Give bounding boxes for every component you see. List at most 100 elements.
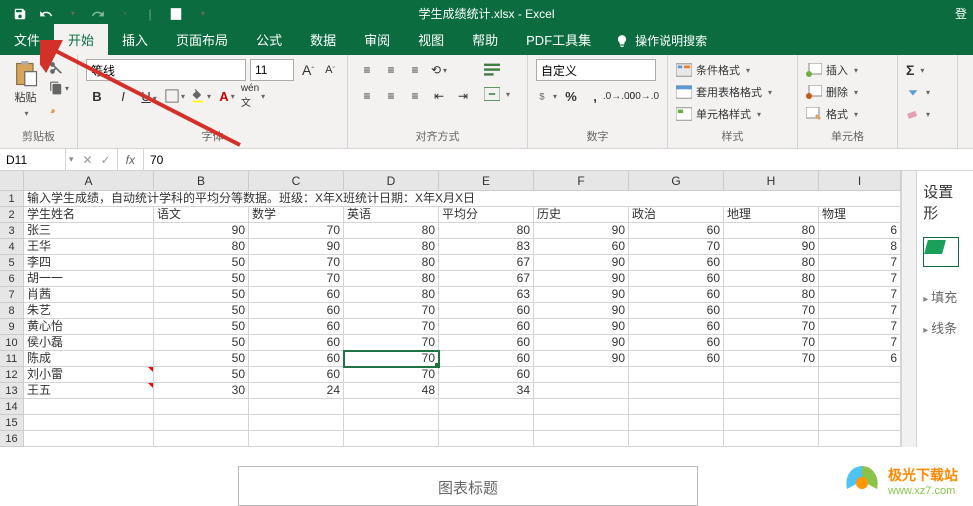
autosum-button[interactable]: Σ — [906, 59, 949, 81]
row-header[interactable]: 2 — [0, 207, 24, 223]
row-header[interactable]: 3 — [0, 223, 24, 239]
cells-area[interactable]: 输入学生成绩，自动统计学科的平均分等数据。班级：X年X班统计日期：X年X月X日学… — [24, 191, 901, 447]
name-cell[interactable]: 刘小雷 — [24, 367, 154, 383]
tab-view[interactable]: 视图 — [404, 24, 458, 55]
empty-cell[interactable] — [154, 431, 249, 447]
row-header[interactable]: 1 — [0, 191, 24, 207]
data-cell[interactable]: 50 — [154, 287, 249, 303]
data-cell[interactable]: 60 — [629, 303, 724, 319]
header-cell[interactable]: 物理 — [819, 207, 901, 223]
empty-cell[interactable] — [439, 399, 534, 415]
data-cell[interactable]: 80 — [724, 287, 819, 303]
format-cells-button[interactable]: 格式 — [806, 103, 889, 125]
data-cell[interactable]: 50 — [154, 255, 249, 271]
data-cell[interactable]: 50 — [154, 303, 249, 319]
empty-cell[interactable] — [819, 399, 901, 415]
insert-cells-button[interactable]: 插入 — [806, 59, 889, 81]
redo-icon[interactable] — [86, 3, 110, 25]
data-cell[interactable]: 60 — [439, 351, 534, 367]
data-cell[interactable]: 7 — [819, 319, 901, 335]
data-cell[interactable]: 80 — [439, 223, 534, 239]
empty-cell[interactable] — [154, 415, 249, 431]
empty-cell[interactable] — [439, 431, 534, 447]
tab-formulas[interactable]: 公式 — [242, 24, 296, 55]
grow-font-button[interactable]: Aˆ — [298, 60, 318, 80]
data-cell[interactable]: 60 — [439, 367, 534, 383]
header-cell[interactable]: 语文 — [154, 207, 249, 223]
data-cell[interactable]: 60 — [249, 303, 344, 319]
header-cell[interactable]: 政治 — [629, 207, 724, 223]
empty-cell[interactable] — [24, 415, 154, 431]
tab-file[interactable]: 文件 — [0, 24, 54, 55]
column-header[interactable]: G — [629, 171, 724, 191]
namebox-dropdown-icon[interactable]: ▾ — [66, 154, 77, 165]
data-cell[interactable]: 90 — [534, 303, 629, 319]
data-cell[interactable]: 24 — [249, 383, 344, 399]
chart-object[interactable]: 图表标题 — [238, 466, 698, 506]
empty-cell[interactable] — [534, 431, 629, 447]
save-icon[interactable] — [8, 3, 32, 25]
row-header[interactable]: 12 — [0, 367, 24, 383]
tell-me-search[interactable]: 操作说明搜索 — [605, 26, 717, 55]
row-header[interactable]: 5 — [0, 255, 24, 271]
header-cell[interactable]: 平均分 — [439, 207, 534, 223]
data-cell[interactable] — [629, 367, 724, 383]
data-cell[interactable]: 90 — [534, 223, 629, 239]
data-cell[interactable]: 80 — [344, 239, 439, 255]
align-middle-button[interactable]: ≡ — [380, 59, 402, 81]
row-header[interactable]: 8 — [0, 303, 24, 319]
column-header[interactable]: H — [724, 171, 819, 191]
number-format-select[interactable] — [536, 59, 656, 81]
data-cell[interactable]: 60 — [249, 335, 344, 351]
data-cell[interactable]: 70 — [344, 335, 439, 351]
paste-button[interactable]: 粘贴 — [8, 59, 43, 119]
phonetic-button[interactable]: wén文 — [242, 85, 264, 107]
row-header[interactable]: 13 — [0, 383, 24, 399]
row-header[interactable]: 16 — [0, 431, 24, 447]
empty-cell[interactable] — [439, 415, 534, 431]
data-cell[interactable]: 60 — [249, 367, 344, 383]
align-center-button[interactable]: ≡ — [380, 85, 402, 107]
data-cell[interactable]: 6 — [819, 351, 901, 367]
align-left-button[interactable]: ≡ — [356, 85, 378, 107]
fill-color-button[interactable] — [190, 85, 212, 107]
data-cell[interactable]: 70 — [344, 367, 439, 383]
empty-cell[interactable] — [819, 415, 901, 431]
data-cell[interactable]: 60 — [534, 239, 629, 255]
font-name-select[interactable] — [86, 59, 246, 81]
data-cell[interactable]: 80 — [154, 239, 249, 255]
data-cell[interactable]: 60 — [439, 335, 534, 351]
data-cell[interactable]: 67 — [439, 271, 534, 287]
decrease-decimal-button[interactable]: .00→.0 — [632, 85, 654, 107]
data-cell[interactable]: 90 — [534, 287, 629, 303]
column-header[interactable]: I — [819, 171, 901, 191]
data-cell[interactable]: 90 — [249, 239, 344, 255]
header-cell[interactable]: 数学 — [249, 207, 344, 223]
fill-button[interactable] — [906, 81, 949, 103]
data-cell[interactable] — [724, 367, 819, 383]
data-cell[interactable]: 50 — [154, 319, 249, 335]
data-cell[interactable]: 6 — [819, 223, 901, 239]
data-cell[interactable]: 80 — [724, 223, 819, 239]
data-cell[interactable]: 90 — [154, 223, 249, 239]
data-cell[interactable]: 50 — [154, 271, 249, 287]
fx-button[interactable]: fx — [118, 149, 144, 170]
name-cell[interactable]: 张三 — [24, 223, 154, 239]
data-cell[interactable]: 7 — [819, 287, 901, 303]
indent-increase-button[interactable]: ⇥ — [452, 85, 474, 107]
align-bottom-button[interactable]: ≡ — [404, 59, 426, 81]
data-cell[interactable]: 70 — [724, 351, 819, 367]
column-header[interactable]: B — [154, 171, 249, 191]
data-cell[interactable]: 80 — [344, 255, 439, 271]
empty-cell[interactable] — [534, 415, 629, 431]
data-cell[interactable]: 60 — [629, 351, 724, 367]
login-button[interactable]: 登 — [955, 5, 973, 22]
data-cell[interactable]: 34 — [439, 383, 534, 399]
grid[interactable]: ABCDEFGHI 12345678910111213141516 输入学生成绩… — [0, 171, 901, 447]
name-cell[interactable]: 陈成 — [24, 351, 154, 367]
row-header[interactable]: 14 — [0, 399, 24, 415]
tab-data[interactable]: 数据 — [296, 24, 350, 55]
column-header[interactable]: F — [534, 171, 629, 191]
undo-icon[interactable] — [34, 3, 58, 25]
header-cell[interactable]: 地理 — [724, 207, 819, 223]
